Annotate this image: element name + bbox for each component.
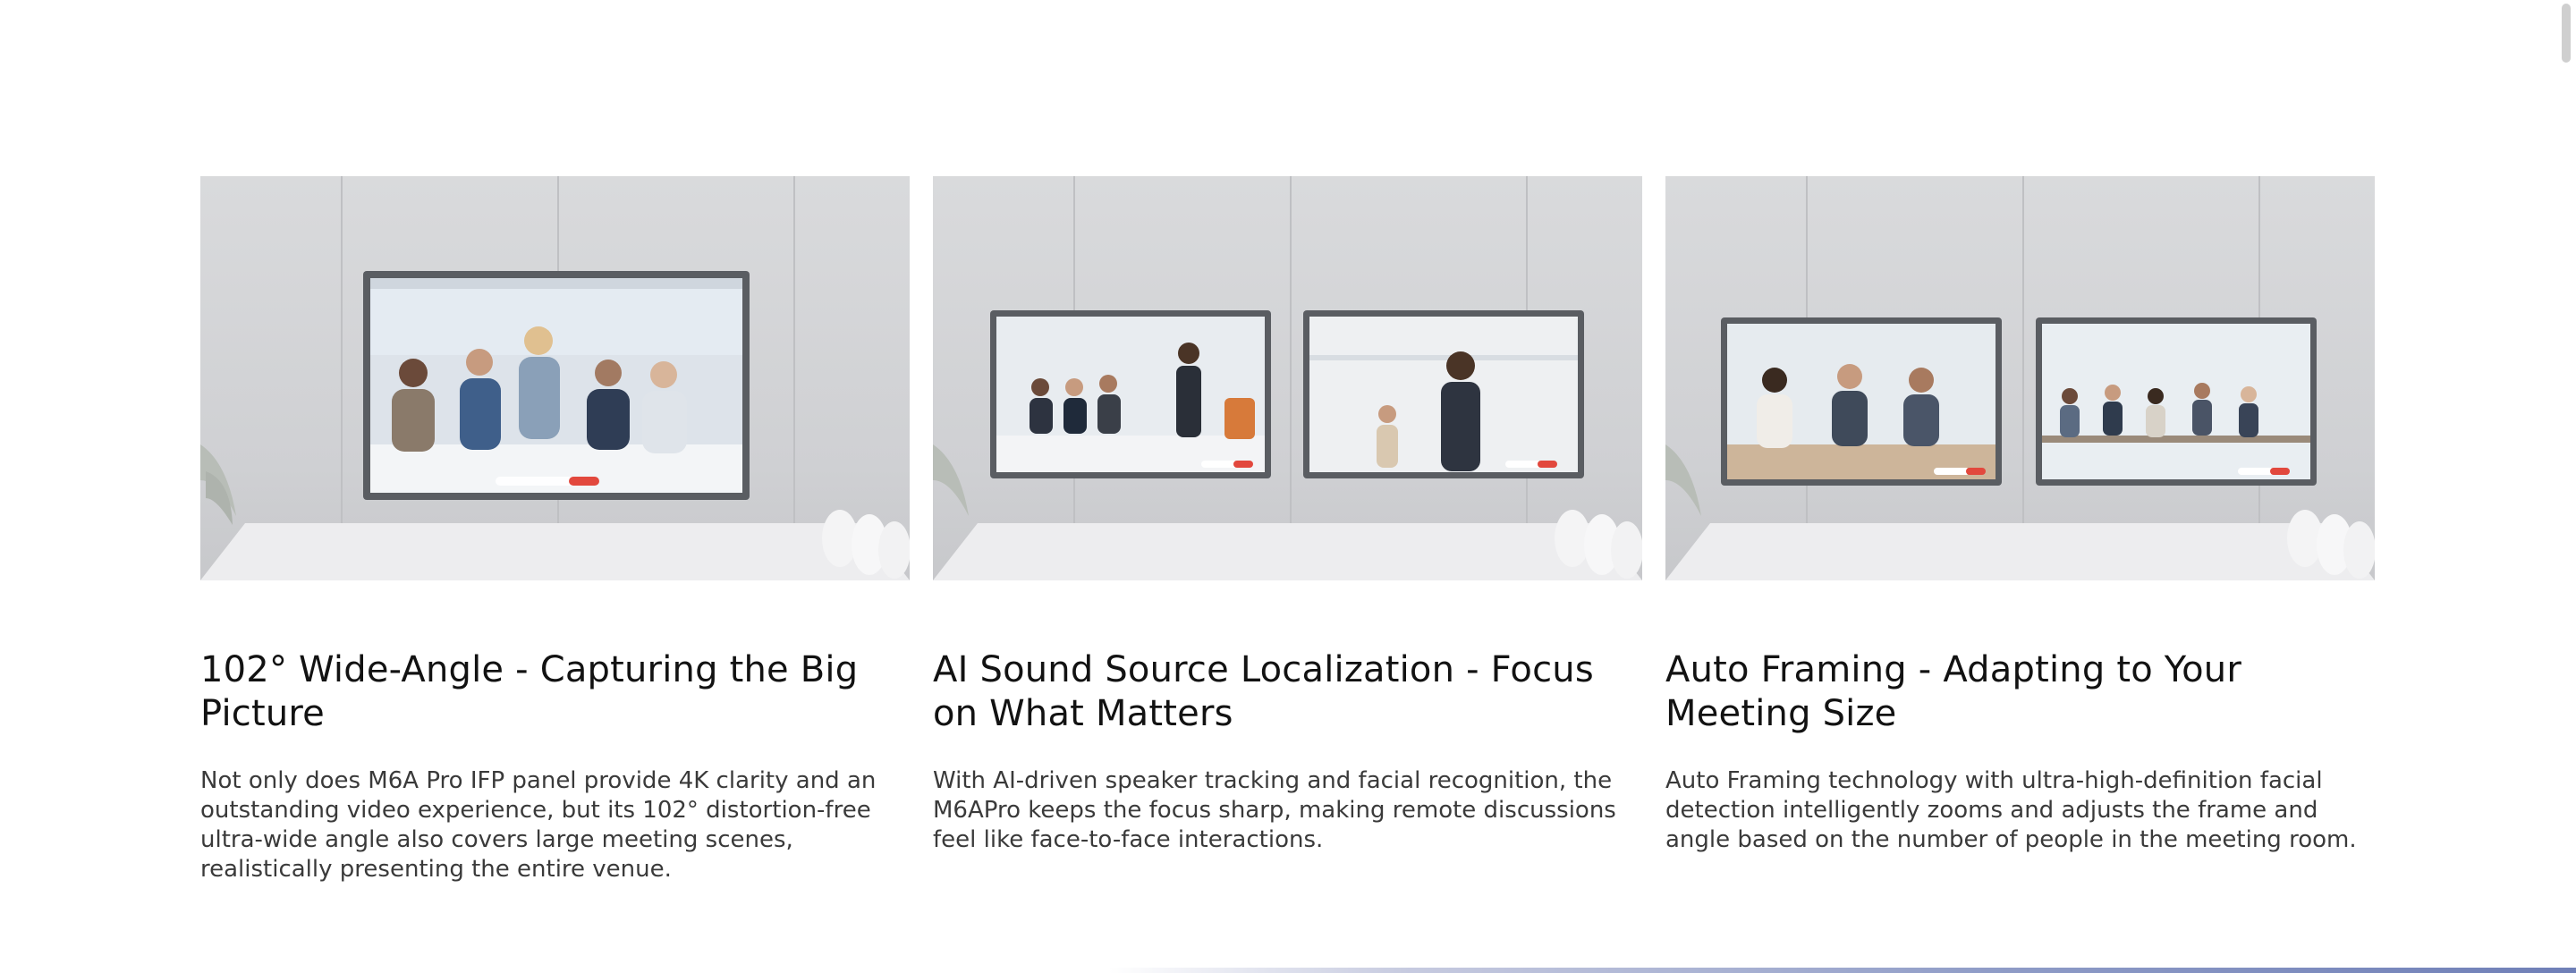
feature-card-sound-localization: AI Sound Source Localization - Focus on … — [933, 176, 1642, 884]
auto-framing-scene-image — [1665, 176, 2375, 580]
feature-description: Auto Framing technology with ultra-high-… — [1665, 767, 2357, 853]
feature-description: Not only does M6A Pro IFP panel provide … — [200, 767, 877, 883]
feature-cards: 102° Wide-Angle - Capturing the Big Pict… — [200, 176, 2376, 884]
feature-title: AI Sound Source Localization - Focus on … — [933, 649, 1594, 734]
sound-localization-scene-image — [933, 176, 1642, 580]
next-section-edge — [1109, 968, 2576, 973]
feature-title: 102° Wide-Angle - Capturing the Big Pict… — [200, 649, 859, 734]
page-scrollbar[interactable] — [2562, 4, 2571, 63]
feature-card-auto-framing: Auto Framing - Adapting to Your Meeting … — [1665, 176, 2375, 884]
feature-card-wide-angle: 102° Wide-Angle - Capturing the Big Pict… — [200, 176, 910, 884]
feature-description: With AI-driven speaker tracking and faci… — [933, 767, 1616, 853]
wide-angle-scene-image — [200, 176, 910, 580]
feature-title: Auto Framing - Adapting to Your Meeting … — [1665, 649, 2241, 734]
